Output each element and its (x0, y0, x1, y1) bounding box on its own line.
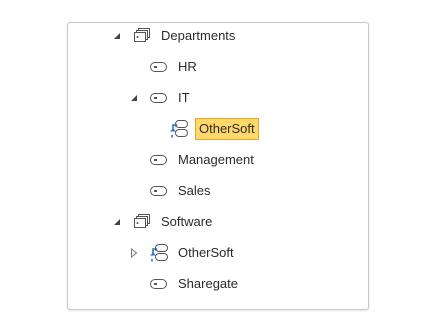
expanded-arrow-icon[interactable] (112, 217, 122, 227)
tree-node-hr[interactable]: HR (149, 55, 199, 79)
tree-node-it[interactable]: IT (131, 86, 192, 110)
tree-node-software-othersoft[interactable]: OtherSoft (131, 241, 236, 265)
expanded-arrow-icon[interactable] (112, 31, 122, 41)
sync-tags-icon (149, 244, 171, 262)
tag-icon (149, 275, 171, 293)
tree-node-label: Sales (178, 183, 211, 198)
sync-tags-icon (169, 120, 191, 138)
tag-icon (149, 89, 171, 107)
tree-node-label: IT (178, 90, 190, 105)
tree-node-management[interactable]: Management (149, 148, 256, 172)
tree-node-label: HR (178, 59, 197, 74)
tag-icon (149, 151, 171, 169)
tree-node-sharegate[interactable]: Sharegate (149, 272, 240, 296)
tree-node-departments[interactable]: Departments (114, 24, 237, 48)
collapsed-arrow-icon[interactable] (129, 248, 139, 258)
taxonomy-tree-panel: Departments HR IT OtherSoft Management S… (67, 22, 369, 310)
tree-node-label: Management (178, 152, 254, 167)
tree-node-label: Sharegate (178, 276, 238, 291)
tree-node-it-othersoft[interactable]: OtherSoft (169, 117, 259, 141)
tree-node-label: OtherSoft (178, 245, 234, 260)
tree-node-label: Software (161, 214, 213, 229)
tree-node-label-selected[interactable]: OtherSoft (195, 118, 259, 140)
tree-node-label: Departments (161, 28, 236, 43)
tag-icon (149, 58, 171, 76)
group-tags-icon (132, 27, 154, 45)
tag-icon (149, 182, 171, 200)
expanded-arrow-icon[interactable] (129, 93, 139, 103)
tree-node-sales[interactable]: Sales (149, 179, 213, 203)
tree-node-software[interactable]: Software (114, 210, 214, 234)
group-tags-icon (132, 213, 154, 231)
